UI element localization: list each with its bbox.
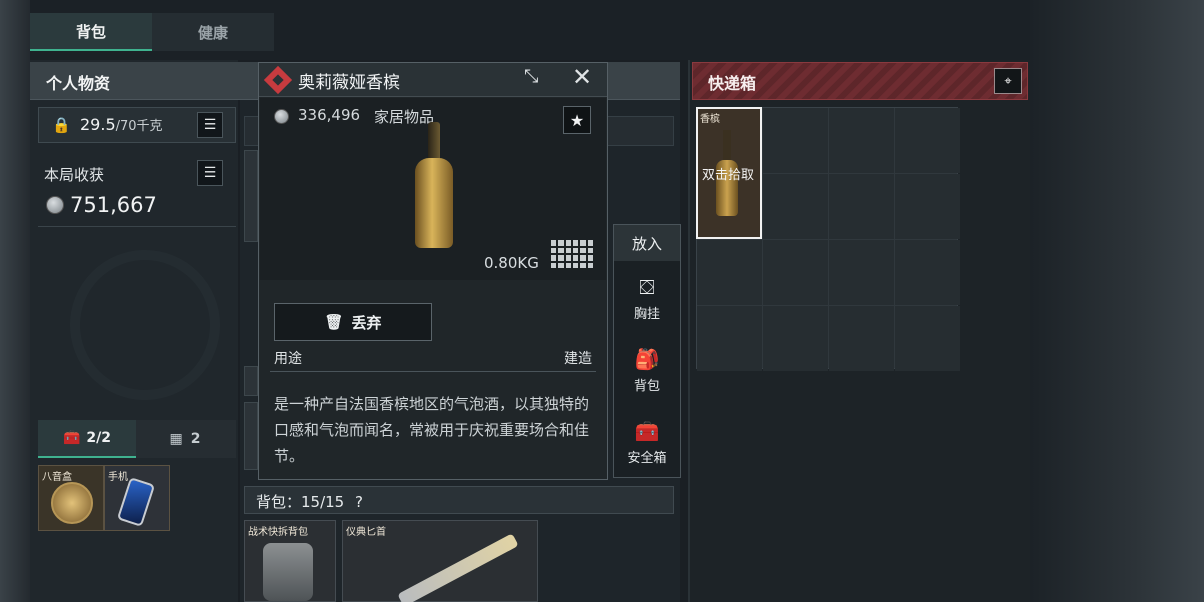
coin-icon xyxy=(274,109,289,124)
equipment-slot[interactable] xyxy=(244,366,258,396)
grid-cell[interactable] xyxy=(763,240,828,305)
weight-list-button[interactable]: ☰ xyxy=(197,112,223,138)
divider xyxy=(270,371,596,372)
personal-panel-title: 个人物资 xyxy=(46,74,111,93)
music-box-icon xyxy=(51,482,93,524)
grid-cell[interactable] xyxy=(895,306,960,371)
location-button[interactable]: ⌖ xyxy=(994,68,1022,94)
tab-toolbox[interactable]: 🧰 2/2 xyxy=(38,420,136,458)
weight-lock-icon: 🔒 xyxy=(52,116,71,134)
bag-item-tactical-backpack[interactable]: 战术快拆背包 xyxy=(244,520,336,602)
weight-value: 29.5 xyxy=(80,115,116,134)
put-in-safe-box[interactable]: 🧰 安全箱 xyxy=(614,408,680,476)
grid-cell[interactable] xyxy=(829,240,894,305)
item-label: 八音盒 xyxy=(42,472,72,483)
grid-cell[interactable] xyxy=(763,108,828,173)
express-box-title: 快递箱 xyxy=(708,74,757,93)
coin-icon xyxy=(46,196,64,214)
harvest-value: 751,667 xyxy=(70,193,157,217)
bottle-neck xyxy=(428,122,440,162)
chest-rig-icon: ⛋ xyxy=(639,274,655,299)
weight-max: /70千克 xyxy=(115,119,163,134)
item-weight: 0.80KG xyxy=(484,254,539,272)
pickup-hint: 双击拾取 xyxy=(702,168,755,183)
item-size-grid-icon xyxy=(551,240,593,268)
grid-cell[interactable] xyxy=(697,240,762,305)
item-category: 家居物品 xyxy=(374,108,435,126)
dagger-icon xyxy=(397,533,519,602)
grid-cell[interactable] xyxy=(895,174,960,239)
weight-readout: 29.5/70千克 xyxy=(80,115,163,134)
put-in-backpack[interactable]: 🎒 背包 xyxy=(614,336,680,404)
trash-icon: 🗑 xyxy=(324,313,344,331)
equipment-slot[interactable] xyxy=(244,402,258,470)
harvest-label: 本局收获 xyxy=(44,166,105,184)
star-icon: ★ xyxy=(569,110,585,130)
backpack-item-icon xyxy=(263,543,313,601)
toolbox-icon: 🧰 xyxy=(62,430,81,446)
champagne-bottle-icon xyxy=(415,158,453,248)
divider xyxy=(38,226,236,227)
backpack-capacity-label: 背包：15/15 xyxy=(256,493,345,511)
put-in-chest-rig[interactable]: ⛋ 胸挂 xyxy=(614,264,680,332)
item-description: 是一种产自法国香槟地区的气泡酒，以其独特的口感和气泡而闻名，常被用于庆祝重要场合… xyxy=(274,395,590,465)
collapse-icon[interactable]: ⤡ xyxy=(524,66,538,87)
grid-cell[interactable] xyxy=(763,174,828,239)
tab-vest-label: 2 xyxy=(190,431,201,447)
drop-button[interactable]: 🗑 丢弃 xyxy=(274,303,432,341)
item-phone[interactable]: 手机 xyxy=(104,465,170,531)
grid-cell[interactable] xyxy=(895,240,960,305)
use-label: 用途 xyxy=(274,351,302,367)
bag-item-ceremonial-dagger[interactable]: 仪典匕首 xyxy=(342,520,538,602)
scene-background-right xyxy=(1030,0,1204,602)
faction-emblem-watermark xyxy=(70,250,220,400)
grid-cell[interactable] xyxy=(697,306,762,371)
item-label: 香槟 xyxy=(700,114,720,125)
item-label: 战术快拆背包 xyxy=(248,527,308,538)
item-title: 奥莉薇娅香槟 xyxy=(298,73,400,93)
item-label: 手机 xyxy=(108,472,128,483)
drop-label: 丢弃 xyxy=(351,313,382,332)
item-label: 仪典匕首 xyxy=(346,527,386,538)
put-in-title: 放入 xyxy=(614,225,680,261)
tab-toolbox-label: 2/2 xyxy=(86,430,112,446)
bottle-neck xyxy=(723,130,731,160)
item-music-box[interactable]: 八音盒 xyxy=(38,465,104,531)
safe-box-icon: 🧰 xyxy=(634,418,660,443)
tab-backpack[interactable]: 背包 xyxy=(30,13,152,51)
tab-vest[interactable]: ▦ 2 xyxy=(136,420,234,458)
help-icon[interactable]: ? xyxy=(355,493,363,511)
grid-cell[interactable] xyxy=(829,306,894,371)
backpack-icon: 🎒 xyxy=(634,346,660,371)
equipment-slot[interactable] xyxy=(244,150,258,242)
grid-cell[interactable] xyxy=(829,108,894,173)
put-in-option-label: 安全箱 xyxy=(627,450,667,466)
favorite-star-button[interactable]: ★ xyxy=(563,106,591,134)
put-in-option-label: 背包 xyxy=(633,378,660,394)
backpack-capacity: 背包：15/15 ? xyxy=(256,491,363,512)
list-icon: ☰ xyxy=(203,117,217,133)
grid-cell[interactable] xyxy=(895,108,960,173)
item-price: 336,496 xyxy=(298,106,361,124)
put-in-option-label: 胸挂 xyxy=(633,306,660,322)
vest-icon: ▦ xyxy=(169,431,183,447)
close-icon[interactable]: ✕ xyxy=(572,64,592,90)
scene-background-left xyxy=(0,0,30,602)
phone-icon xyxy=(116,477,156,527)
list-icon: ☰ xyxy=(203,165,217,181)
use-value: 建造 xyxy=(564,351,592,367)
grid-cell[interactable] xyxy=(763,306,828,371)
location-pin-icon: ⌖ xyxy=(1004,73,1012,89)
grid-cell[interactable] xyxy=(829,174,894,239)
tab-health[interactable]: 健康 xyxy=(152,13,274,51)
harvest-list-button[interactable]: ☰ xyxy=(197,160,223,186)
